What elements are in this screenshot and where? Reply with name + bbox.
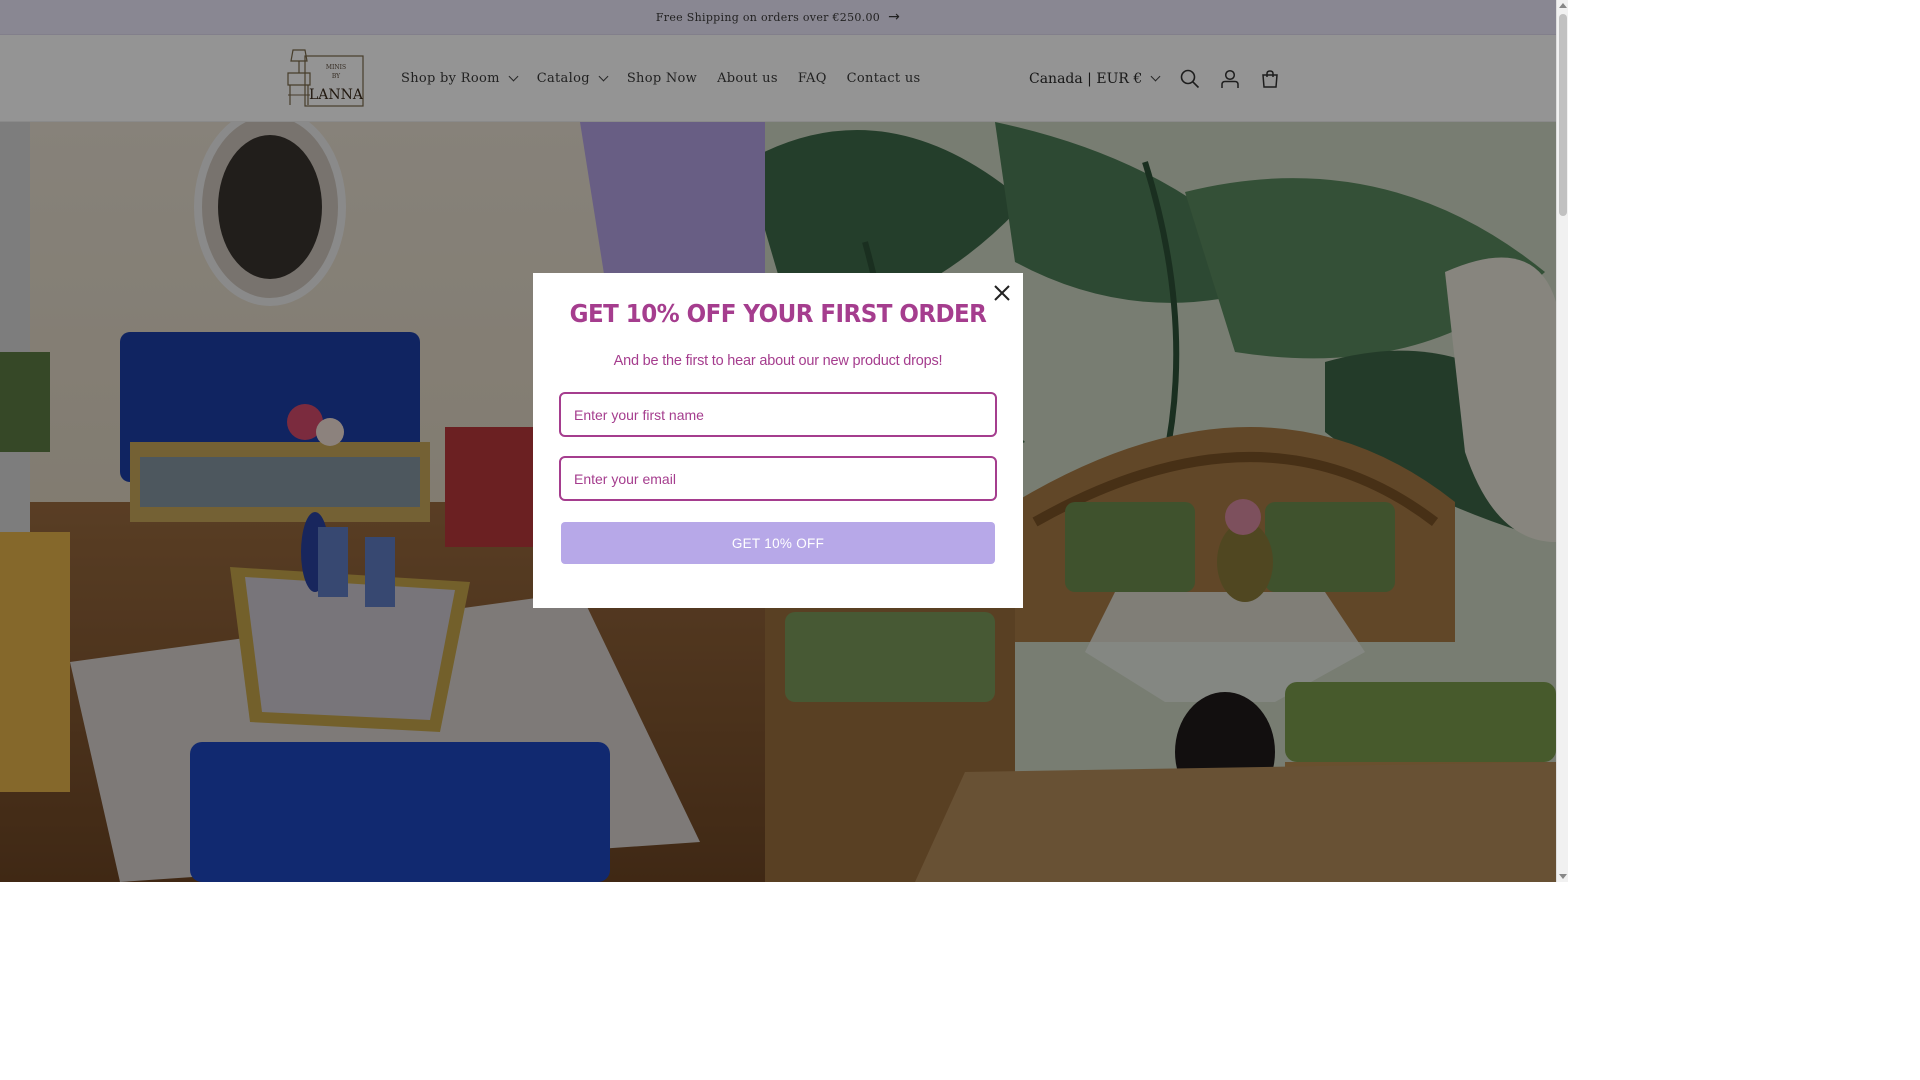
page-scrollbar[interactable]	[1556, 0, 1568, 882]
popup-subtitle: And be the first to hear about our new p…	[613, 353, 943, 369]
scroll-thumb[interactable]	[1559, 14, 1567, 216]
page: Free Shipping on orders over €250.00 → M…	[0, 0, 1556, 882]
popup-title: GET 10% OFF YOUR FIRST ORDER	[569, 299, 987, 328]
first-name-field[interactable]	[559, 392, 997, 437]
scroll-up-arrow-icon[interactable]	[1559, 3, 1567, 8]
get-discount-button[interactable]: GET 10% OFF	[561, 522, 995, 564]
email-field[interactable]	[559, 456, 997, 501]
scroll-down-arrow-icon[interactable]	[1559, 874, 1567, 879]
discount-popup: GET 10% OFF YOUR FIRST ORDER And be the …	[533, 273, 1023, 608]
